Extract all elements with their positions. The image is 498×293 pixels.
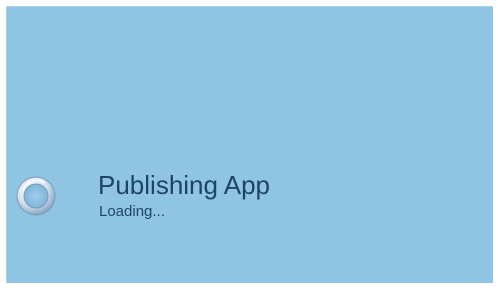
splash-window: Publishing App Loading... xyxy=(0,0,498,293)
loading-status: Loading... xyxy=(99,203,165,220)
loading-ring-icon xyxy=(15,175,57,217)
splash-panel: Publishing App Loading... xyxy=(6,6,493,283)
app-title: Publishing App xyxy=(98,170,271,200)
